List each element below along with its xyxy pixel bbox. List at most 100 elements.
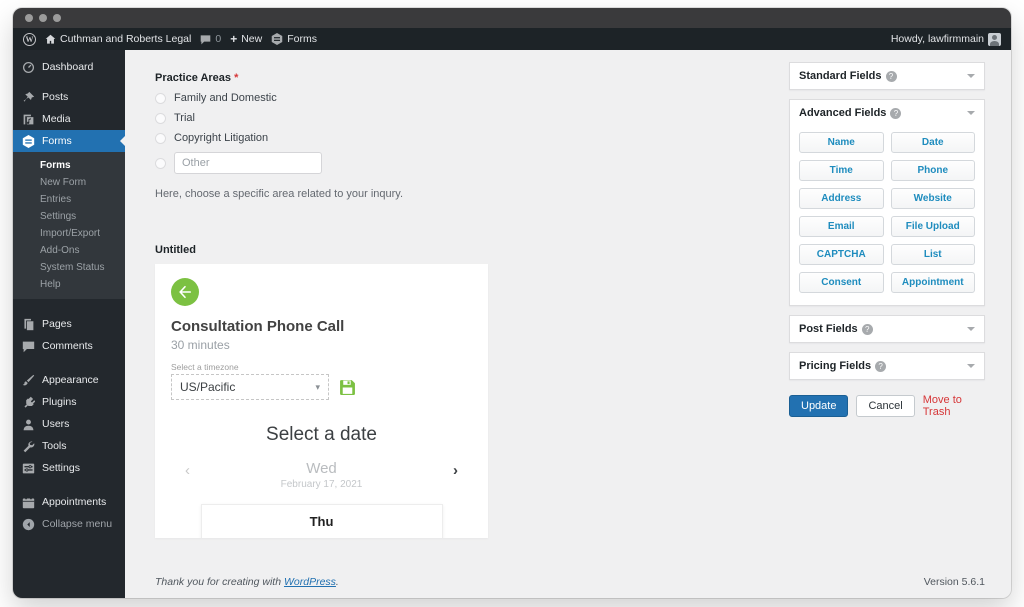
field-button-time[interactable]: Time [799, 160, 884, 181]
field-button-phone[interactable]: Phone [891, 160, 976, 181]
dashboard-icon [22, 61, 35, 74]
move-to-trash-link[interactable]: Move to Trash [923, 394, 985, 418]
sidebar-item-media[interactable]: Media [13, 108, 125, 130]
new-content-menu[interactable]: + New [230, 32, 262, 46]
admin-menu: Dashboard Posts Media Forms Forms New Fo… [13, 50, 125, 598]
next-day-button[interactable]: › [453, 462, 458, 479]
sidebar-item-forms[interactable]: Forms [13, 130, 125, 152]
sidebar-item-appointments[interactable]: Appointments [13, 491, 125, 513]
field-button-date[interactable]: Date [891, 132, 976, 153]
advanced-fields-buttons: Name Date Time Phone Address Website Ema… [790, 126, 984, 305]
submenu-new-form[interactable]: New Form [13, 174, 125, 191]
radio-option-row-other [155, 152, 715, 174]
settings-icon [22, 462, 35, 475]
pricing-fields-header[interactable]: Pricing Fields ? [790, 353, 984, 379]
comments-icon [22, 340, 35, 353]
radio-button[interactable] [155, 93, 166, 104]
chevron-down-icon [967, 74, 975, 78]
browser-window: W Cuthman and Roberts Legal 0 + New Form… [13, 8, 1011, 598]
select-date-heading: Select a date [171, 424, 472, 446]
arrow-left-icon [178, 285, 192, 299]
wordpress-link[interactable]: WordPress [284, 576, 336, 588]
account-menu[interactable]: Howdy, lawfirmmain [891, 33, 1001, 46]
practice-areas-field[interactable]: Practice Areas * Family and Domestic Tri… [155, 72, 715, 200]
brush-icon [22, 374, 35, 387]
radio-option-row: Copyright Litigation [155, 132, 715, 144]
collapse-menu-button[interactable]: Collapse menu [13, 513, 125, 535]
chevron-down-icon: ▾ [315, 382, 320, 393]
window-zoom-button[interactable] [53, 14, 61, 22]
help-icon[interactable]: ? [886, 71, 897, 82]
standard-fields-header[interactable]: Standard Fields ? [790, 63, 984, 89]
field-button-file-upload[interactable]: File Upload [891, 216, 976, 237]
help-icon[interactable]: ? [890, 108, 901, 119]
field-button-captcha[interactable]: CAPTCHA [799, 244, 884, 265]
field-button-email[interactable]: Email [799, 216, 884, 237]
sidebar-item-posts[interactable]: Posts [13, 86, 125, 108]
advanced-fields-panel: Advanced Fields ? Name Date Time Phone A… [789, 99, 985, 306]
help-icon[interactable]: ? [862, 324, 873, 335]
comments-menu[interactable]: 0 [200, 33, 221, 45]
cancel-button[interactable]: Cancel [856, 395, 914, 417]
wp-admin-bar: W Cuthman and Roberts Legal 0 + New Form… [13, 28, 1011, 50]
chevron-down-icon [967, 364, 975, 368]
sidebar-item-users[interactable]: Users [13, 413, 125, 435]
admin-footer: Thank you for creating with WordPress. V… [155, 576, 985, 588]
radio-button[interactable] [155, 113, 166, 124]
window-minimize-button[interactable] [39, 14, 47, 22]
submenu-import-export[interactable]: Import/Export [13, 225, 125, 242]
forms-submenu: Forms New Form Entries Settings Import/E… [13, 152, 125, 299]
sidebar-item-dashboard[interactable]: Dashboard [13, 56, 125, 78]
wrench-icon [22, 440, 35, 453]
current-date-label: February 17, 2021 [171, 479, 472, 490]
appointment-duration: 30 minutes [171, 338, 472, 352]
other-option-input[interactable] [174, 152, 322, 174]
chevron-down-icon [967, 111, 975, 115]
site-name: Cuthman and Roberts Legal [60, 33, 191, 45]
timezone-select[interactable]: US/Pacific ▾ [171, 374, 329, 400]
submenu-forms[interactable]: Forms [13, 157, 125, 174]
submenu-help[interactable]: Help [13, 276, 125, 293]
gravity-forms-menu[interactable]: Forms [271, 33, 317, 45]
site-name-menu[interactable]: Cuthman and Roberts Legal [45, 33, 191, 45]
field-button-name[interactable]: Name [799, 132, 884, 153]
submenu-system-status[interactable]: System Status [13, 259, 125, 276]
window-close-button[interactable] [25, 14, 33, 22]
prev-day-button[interactable]: ‹ [185, 462, 190, 479]
collapse-arrow-icon [22, 518, 35, 531]
sidebar-item-tools[interactable]: Tools [13, 435, 125, 457]
next-day-card[interactable]: Thu [201, 504, 443, 538]
submenu-add-ons[interactable]: Add-Ons [13, 242, 125, 259]
field-button-list[interactable]: List [891, 244, 976, 265]
calendar-nav: ‹ › Wed February 17, 2021 [171, 460, 472, 492]
submenu-settings[interactable]: Settings [13, 208, 125, 225]
sidebar-item-pages[interactable]: Pages [13, 313, 125, 335]
sidebar-item-appearance[interactable]: Appearance [13, 369, 125, 391]
wp-logo-menu[interactable]: W [23, 33, 36, 46]
save-timezone-button[interactable] [339, 379, 356, 396]
appointment-widget[interactable]: Consultation Phone Call 30 minutes Selec… [155, 264, 488, 538]
home-icon [45, 34, 56, 45]
wordpress-logo-icon: W [23, 33, 36, 46]
forms-label: Forms [287, 33, 317, 45]
radio-button[interactable] [155, 133, 166, 144]
field-button-appointment[interactable]: Appointment [891, 272, 976, 293]
advanced-fields-header[interactable]: Advanced Fields ? [790, 100, 984, 126]
howdy-text: Howdy, lawfirmmain [891, 33, 984, 45]
sidebar-item-settings[interactable]: Settings [13, 457, 125, 479]
sidebar-item-comments[interactable]: Comments [13, 335, 125, 357]
help-icon[interactable]: ? [875, 361, 886, 372]
submenu-entries[interactable]: Entries [13, 191, 125, 208]
radio-button[interactable] [155, 158, 166, 169]
field-button-address[interactable]: Address [799, 188, 884, 209]
field-button-website[interactable]: Website [891, 188, 976, 209]
comment-count: 0 [215, 33, 221, 45]
next-day-name: Thu [202, 514, 442, 529]
field-button-consent[interactable]: Consent [799, 272, 884, 293]
sidebar-item-plugins[interactable]: Plugins [13, 391, 125, 413]
post-fields-header[interactable]: Post Fields ? [790, 316, 984, 342]
update-button[interactable]: Update [789, 395, 848, 417]
appointment-title: Consultation Phone Call [171, 318, 472, 335]
back-button[interactable] [171, 278, 199, 306]
footer-thanks: Thank you for creating with WordPress. [155, 576, 339, 588]
